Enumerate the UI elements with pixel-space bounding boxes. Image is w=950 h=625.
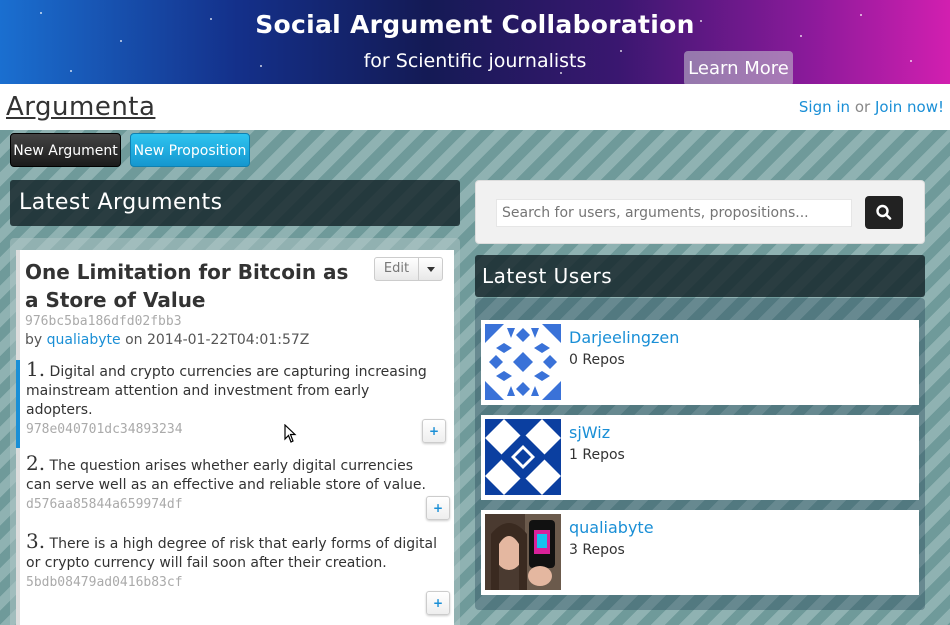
proposition-number: 3.	[26, 529, 46, 553]
navbar: Argumenta Sign in or Join now!	[0, 84, 950, 130]
identicon-avatar	[485, 419, 561, 495]
search-button[interactable]	[865, 196, 903, 229]
sign-in-link[interactable]: Sign in	[799, 98, 850, 116]
proposition-text: 3. There is a high degree of risk that e…	[26, 529, 438, 573]
banner-subtitle: for Scientific journalists	[363, 50, 587, 72]
proposition-item[interactable]: 2. The question arises whether early dig…	[20, 451, 454, 534]
identicon-avatar	[485, 324, 561, 400]
search-panel	[475, 180, 925, 244]
user-card[interactable]: sjWiz 1 Repos	[481, 415, 919, 500]
add-button[interactable]: +	[426, 496, 450, 520]
proposition-text: 1. Digital and crypto currencies are cap…	[26, 357, 438, 420]
argument-card: One Limitation for Bitcoin as a Store of…	[16, 250, 454, 625]
user-name-link[interactable]: qualiabyte	[569, 518, 654, 537]
user-name-link[interactable]: Darjeelingzen	[569, 328, 679, 347]
edit-button[interactable]: Edit	[374, 257, 419, 281]
auth-links: Sign in or Join now!	[799, 98, 944, 116]
new-proposition-button[interactable]: New Proposition	[130, 133, 250, 167]
search-input[interactable]	[496, 199, 852, 227]
proposition-body: Digital and crypto currencies are captur…	[26, 364, 427, 418]
argument-title[interactable]: One Limitation for Bitcoin as a Store of…	[25, 258, 365, 314]
proposition-body: The question arises whether early digita…	[26, 458, 426, 493]
user-repo-count: 0 Repos	[569, 352, 625, 368]
user-repo-count: 3 Repos	[569, 542, 625, 558]
argument-hash: 976bc5ba186dfd02fbb3	[25, 314, 182, 329]
edit-dropdown-toggle[interactable]	[418, 257, 443, 281]
add-button[interactable]: +	[426, 591, 450, 615]
user-repo-count: 1 Repos	[569, 447, 625, 463]
latest-users-panel: Darjeelingzen 0 Repos sjWiz 1 Repos qual…	[475, 298, 925, 610]
proposition-item[interactable]: 3. There is a high degree of risk that e…	[20, 529, 454, 625]
argument-timestamp: 2014-01-22T04:01:57Z	[146, 332, 310, 348]
search-icon	[876, 204, 892, 220]
argument-meta: by qualiabyte on 2014-01-22T04:01:57Z	[25, 332, 309, 348]
user-card[interactable]: qualiabyte 3 Repos	[481, 510, 919, 595]
proposition-text: 2. The question arises whether early dig…	[26, 451, 438, 495]
add-button[interactable]: +	[422, 419, 446, 443]
proposition-body: There is a high degree of risk that earl…	[26, 536, 437, 571]
main-content: New Argument New Proposition Latest Argu…	[0, 130, 950, 625]
edit-button-group: Edit	[374, 257, 444, 281]
author-link[interactable]: qualiabyte	[47, 332, 121, 348]
mouse-cursor-icon	[284, 424, 297, 443]
or-text: or	[854, 98, 871, 116]
brand-link[interactable]: Argumenta	[6, 92, 155, 122]
proposition-item[interactable]: 1. Digital and crypto currencies are cap…	[16, 357, 450, 448]
proposition-hash: 978e040701dc34893234	[26, 422, 183, 437]
user-photo-avatar	[485, 514, 561, 590]
proposition-number: 1.	[26, 357, 46, 381]
latest-arguments-heading: Latest Arguments	[10, 180, 460, 226]
join-now-link[interactable]: Join now!	[875, 98, 944, 116]
proposition-hash: d576aa85844a659974df	[26, 497, 183, 512]
user-name-link[interactable]: sjWiz	[569, 423, 610, 442]
proposition-number: 2.	[26, 451, 46, 475]
banner-title: Social Argument Collaboration	[255, 10, 695, 39]
by-text: by	[25, 332, 43, 348]
on-text: on	[125, 332, 143, 348]
new-argument-button[interactable]: New Argument	[10, 133, 121, 167]
promo-banner: Social Argument Collaboration for Scient…	[0, 0, 950, 84]
user-card[interactable]: Darjeelingzen 0 Repos	[481, 320, 919, 405]
learn-more-button[interactable]: Learn More	[684, 51, 793, 84]
latest-users-heading: Latest Users	[475, 255, 925, 297]
proposition-hash: 5bdb08479ad0416b83cf	[26, 575, 183, 590]
latest-arguments-panel: One Limitation for Bitcoin as a Store of…	[10, 238, 460, 625]
